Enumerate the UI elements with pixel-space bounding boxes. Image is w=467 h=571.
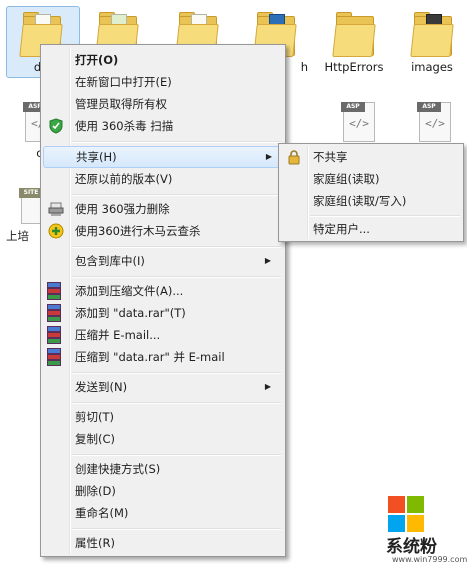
shredder-icon — [48, 201, 64, 217]
submenu-item-specific-users[interactable]: 特定用户... — [281, 218, 459, 240]
watermark-logo: 系统粉 www.win7999.com — [386, 496, 467, 571]
submenu-arrow-icon: ▶ — [264, 382, 271, 391]
folder-icon — [410, 10, 454, 57]
menu-item-delete[interactable]: 删除(D) — [43, 480, 281, 502]
menu-item-admin-ownership[interactable]: 管理员取得所有权 — [43, 93, 281, 115]
asp-file-icon: ASP</> — [417, 102, 451, 142]
menu-item-include-in-library[interactable]: 包含到库中(I) ▶ — [43, 250, 281, 272]
menu-item-force-delete-360[interactable]: 使用 360强力删除 — [43, 198, 281, 220]
winrar-icon — [47, 282, 61, 300]
menu-item-add-to-archive[interactable]: 添加到压缩文件(A)... — [43, 280, 281, 302]
menu-item-share[interactable]: 共享(H) ▶ — [43, 146, 283, 168]
menu-item-compress-data-rar-email[interactable]: 压缩到 "data.rar" 并 E-mail — [43, 346, 281, 368]
menu-item-cut[interactable]: 剪切(T) — [43, 406, 281, 428]
menu-item-properties[interactable]: 属性(R) — [43, 532, 281, 554]
winrar-icon — [47, 326, 61, 344]
menu-separator — [72, 454, 281, 456]
menu-item-rename[interactable]: 重命名(M) — [43, 502, 281, 524]
menu-separator — [72, 402, 281, 404]
submenu-arrow-icon: ▶ — [265, 152, 272, 161]
menu-item-trojan-scan-360[interactable]: 使用360进行木马云查杀 — [43, 220, 281, 242]
file-item-images[interactable]: images — [395, 10, 467, 74]
file-label: images — [411, 60, 453, 74]
file-item-asp[interactable]: ASP </> — [322, 102, 396, 146]
menu-item-create-shortcut[interactable]: 创建快捷方式(S) — [43, 458, 281, 480]
menu-separator — [72, 141, 281, 143]
submenu-item-no-share[interactable]: 不共享 — [281, 146, 459, 168]
winrar-icon — [47, 304, 61, 322]
menu-item-restore-previous[interactable]: 还原以前的版本(V) — [43, 168, 281, 190]
menu-separator — [72, 194, 281, 196]
submenu-item-homegroup-read[interactable]: 家庭组(读取) — [281, 168, 459, 190]
watermark-url: www.win7999.com — [392, 555, 467, 564]
menu-item-send-to[interactable]: 发送到(N) ▶ — [43, 376, 281, 398]
submenu-item-homegroup-read-write[interactable]: 家庭组(读取/写入) — [281, 190, 459, 212]
lock-icon — [286, 149, 302, 165]
context-menu: 打开(O) 在新窗口中打开(E) 管理员取得所有权 使用 360杀毒 扫描 共享… — [40, 44, 286, 557]
menu-separator — [72, 528, 281, 530]
submenu-arrow-icon: ▶ — [264, 256, 271, 265]
folder-icon — [332, 10, 376, 57]
windows-logo-icon — [388, 496, 424, 532]
menu-separator — [72, 246, 281, 248]
file-item-asp[interactable]: ASP </> — [398, 102, 467, 146]
360-plus-icon — [48, 223, 64, 239]
menu-item-copy[interactable]: 复制(C) — [43, 428, 281, 450]
asp-file-icon: ASP</> — [341, 102, 375, 142]
menu-separator — [310, 215, 460, 217]
share-submenu: 不共享 家庭组(读取) 家庭组(读取/写入) 特定用户... — [278, 143, 464, 242]
shield-icon — [48, 118, 64, 134]
menu-separator — [72, 276, 281, 278]
file-item-httperrors[interactable]: HttpErrors — [317, 10, 391, 74]
watermark-title: 系统粉 — [386, 537, 437, 557]
file-label: HttpErrors — [324, 60, 384, 74]
menu-item-scan-360[interactable]: 使用 360杀毒 扫描 — [43, 115, 281, 137]
menu-item-compress-email[interactable]: 压缩并 E-mail... — [43, 324, 281, 346]
menu-item-open[interactable]: 打开(O) — [43, 49, 281, 71]
menu-item-add-to-data-rar[interactable]: 添加到 "data.rar"(T) — [43, 302, 281, 324]
menu-item-open-new-window[interactable]: 在新窗口中打开(E) — [43, 71, 281, 93]
winrar-icon — [47, 348, 61, 366]
menu-separator — [72, 372, 281, 374]
